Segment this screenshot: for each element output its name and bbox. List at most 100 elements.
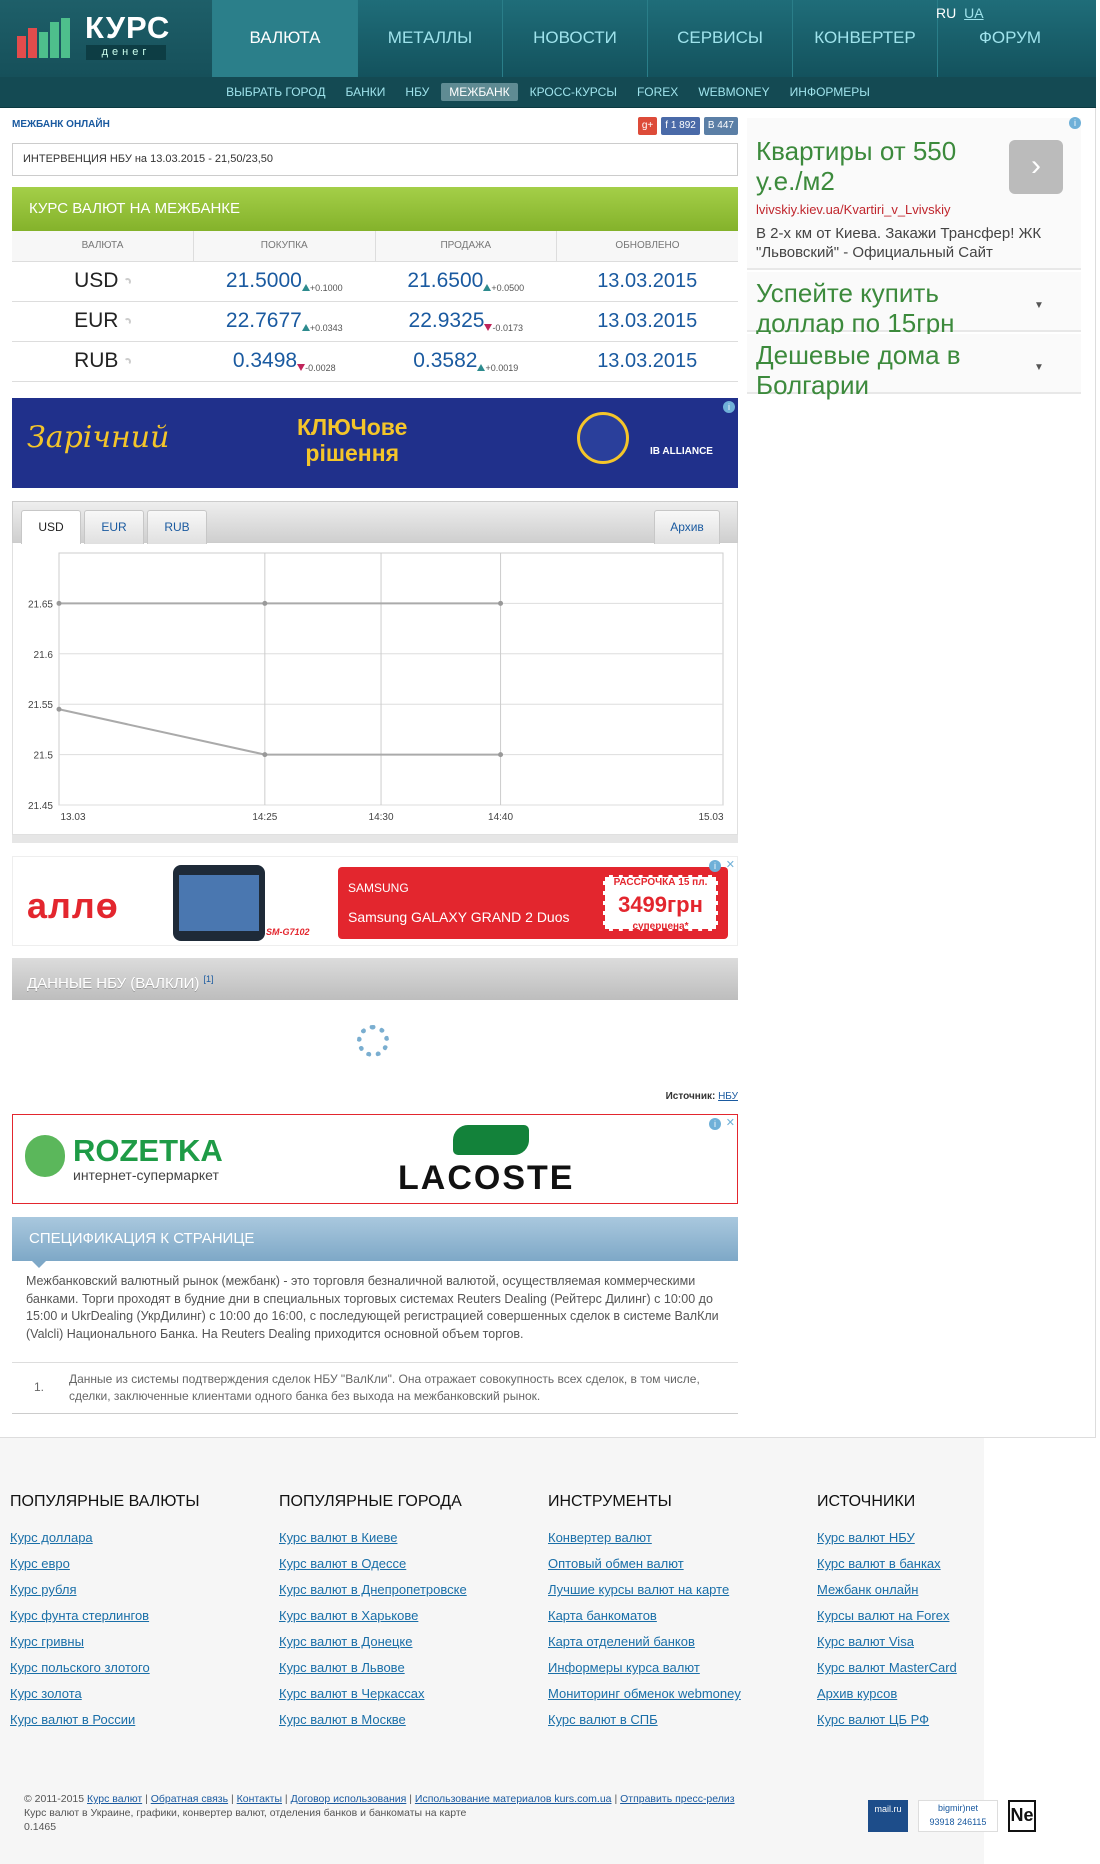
footer-link[interactable]: Курс гривны (10, 1629, 270, 1655)
footer-link[interactable]: Мониторинг обменок webmoney (548, 1681, 808, 1707)
subnav-interbank[interactable]: МЕЖБАНК (441, 83, 518, 101)
nav-converter[interactable]: КОНВЕРТЕР (792, 0, 937, 77)
x-tick-label: 15.03 (698, 812, 723, 823)
footer-link[interactable]: Архив курсов (817, 1681, 1077, 1707)
lang-ua[interactable]: UA (964, 5, 983, 21)
ad-banner-allo[interactable]: аллө SM-G7102 SAMSUNG Samsung GALAXY GRA… (12, 856, 738, 946)
counter-ne[interactable]: Ne (1008, 1800, 1036, 1832)
vk-button[interactable]: В 447 (703, 117, 738, 135)
footer-link[interactable]: Курс валют Visa (817, 1629, 1077, 1655)
copy-link-press[interactable]: Отправить пресс-релиз (620, 1793, 734, 1805)
ad-banner-rozetka[interactable]: ROZETKA интернет-супермаркет LACOSTE i ✕ (12, 1114, 738, 1204)
copy-link-contacts[interactable]: Контакты (237, 1793, 282, 1805)
footer-link[interactable]: Курс валют в Одессе (279, 1551, 539, 1577)
currency-code[interactable]: RUB (74, 349, 118, 372)
subnav-forex[interactable]: FOREX (629, 83, 686, 101)
footer-link[interactable]: Оптовый обмен валют (548, 1551, 808, 1577)
rss-icon[interactable] (124, 357, 132, 365)
footer-link[interactable]: Курс золота (10, 1681, 270, 1707)
rss-icon[interactable] (124, 277, 132, 285)
footer-link[interactable]: Курс доллара (10, 1525, 270, 1551)
chevron-down-icon[interactable]: ▼ (1034, 362, 1044, 373)
logo-text: КУРС (85, 10, 171, 45)
nav-metals[interactable]: МЕТАЛЛЫ (357, 0, 502, 77)
phone-image (173, 865, 265, 941)
counter-mailru[interactable]: mail.ru (868, 1800, 908, 1832)
subnav-city[interactable]: ВЫБРАТЬ ГОРОД (218, 83, 333, 101)
adchoices-icon[interactable]: i (709, 860, 721, 872)
adchoices-icon[interactable]: i (709, 1118, 721, 1130)
ad-dollar[interactable]: Успейте купить доллар по 15грн ▼ (747, 272, 1081, 338)
subnav-webmoney[interactable]: WEBMONEY (690, 83, 777, 101)
lang-ru[interactable]: RU (936, 5, 956, 21)
subnav-informers[interactable]: ИНФОРМЕРЫ (782, 83, 878, 101)
footer-link[interactable]: Курс валют в Черкассах (279, 1681, 539, 1707)
rss-icon[interactable] (124, 317, 132, 325)
ad-title[interactable]: Дешевые дома в Болгарии (756, 340, 1026, 400)
tab-eur[interactable]: EUR (84, 510, 144, 544)
facebook-button[interactable]: f 1 892 (661, 117, 700, 135)
footer-link[interactable]: Курс валют MasterCard (817, 1655, 1077, 1681)
source-link[interactable]: НБУ (718, 1091, 738, 1102)
subnav-cross-rates[interactable]: КРОСС-КУРСЫ (522, 83, 625, 101)
footer-link[interactable]: Карта отделений банков (548, 1629, 808, 1655)
footer-link[interactable]: Курс валют в России (10, 1707, 270, 1733)
adchoices-icon[interactable]: i (1069, 117, 1081, 129)
close-icon[interactable]: ✕ (726, 1116, 735, 1129)
subnav-banks[interactable]: БАНКИ (338, 83, 394, 101)
footer-link[interactable]: Конвертер валют (548, 1525, 808, 1551)
counter-bigmir[interactable]: bigmir)net 93918 246115 (918, 1800, 998, 1832)
footer-link[interactable]: Курс валют в банках (817, 1551, 1077, 1577)
close-icon[interactable]: ✕ (726, 858, 735, 871)
ad-url[interactable]: lvivskiy.kiev.ua/Kvartiri_v_Lvivskiy (756, 202, 951, 217)
nav-services[interactable]: СЕРВИСЫ (647, 0, 792, 77)
footer-link[interactable]: Курс валют в Львове (279, 1655, 539, 1681)
footer-link[interactable]: Курс польского злотого (10, 1655, 270, 1681)
chevron-down-icon[interactable]: ▼ (1034, 300, 1044, 311)
footer-link[interactable]: Межбанк онлайн (817, 1577, 1077, 1603)
footer-link[interactable]: Информеры курса валют (548, 1655, 808, 1681)
buy-rate: 0.3498 (232, 349, 298, 372)
footer-link[interactable]: Курс рубля (10, 1577, 270, 1603)
buy-change: -0.0028 (305, 363, 336, 373)
footer-link[interactable]: Курс валют в СПБ (548, 1707, 808, 1733)
copy-link-materials[interactable]: Использование материалов kurs.com.ua (415, 1793, 612, 1805)
ad-bulgaria[interactable]: Дешевые дома в Болгарии ▼ (747, 334, 1081, 400)
footer-link[interactable]: Лучшие курсы валют на карте (548, 1577, 808, 1603)
ad-partner-text: IB ALLIANCE (650, 446, 713, 457)
nav-currency[interactable]: ВАЛЮТА (212, 0, 357, 77)
copy-link-feedback[interactable]: Обратная связь (151, 1793, 228, 1805)
tab-rub[interactable]: RUB (147, 510, 207, 544)
footer-link[interactable]: Карта банкоматов (548, 1603, 808, 1629)
footer-link[interactable]: Курс валют в Днепропетровске (279, 1577, 539, 1603)
site-logo[interactable]: КУРС денег (0, 0, 212, 77)
copy-link-kurs[interactable]: Курс валют (87, 1793, 142, 1805)
copy-link-terms[interactable]: Договор использования (291, 1793, 407, 1805)
ad-title[interactable]: Квартиры от 550 у.е./м2 (756, 136, 1006, 196)
ad-title[interactable]: Успейте купить доллар по 15грн (756, 278, 1026, 338)
gplus-button[interactable]: g+ (637, 117, 658, 135)
y-tick-label: 21.65 (28, 599, 53, 610)
adchoices-icon[interactable]: i (723, 401, 735, 413)
footer-link[interactable]: Курс валют ЦБ РФ (817, 1707, 1077, 1733)
arrow-right-icon[interactable]: › (1009, 140, 1063, 194)
tab-usd[interactable]: USD (21, 510, 81, 544)
currency-code[interactable]: EUR (74, 309, 118, 332)
footer-link[interactable]: Курс фунта стерлингов (10, 1603, 270, 1629)
footer-link[interactable]: Курсы валют на Forex (817, 1603, 1077, 1629)
footer-link[interactable]: Курс валют в Москве (279, 1707, 539, 1733)
ad-banner-zarichny[interactable]: Зарічний КЛЮЧове рішення IB ALLIANCE i (12, 398, 738, 488)
subnav-nbu[interactable]: НБУ (397, 83, 437, 101)
data-point (56, 600, 62, 606)
samsung-promo: SAMSUNG Samsung GALAXY GRAND 2 Duos РАСС… (338, 867, 728, 939)
ad-apartments[interactable]: Квартиры от 550 у.е./м2 › lvivskiy.kiev.… (747, 117, 1081, 270)
footer-link[interactable]: Курс валют в Донецке (279, 1629, 539, 1655)
footer-link[interactable]: Курс валют в Киеве (279, 1525, 539, 1551)
footer-link[interactable]: Курс валют в Харькове (279, 1603, 539, 1629)
footer-link[interactable]: Курс евро (10, 1551, 270, 1577)
archive-button[interactable]: Архив (654, 510, 720, 544)
nav-news[interactable]: НОВОСТИ (502, 0, 647, 77)
footer-link[interactable]: Курс валют НБУ (817, 1525, 1077, 1551)
footnote-link[interactable]: [1] (204, 974, 214, 984)
currency-code[interactable]: USD (74, 269, 118, 292)
